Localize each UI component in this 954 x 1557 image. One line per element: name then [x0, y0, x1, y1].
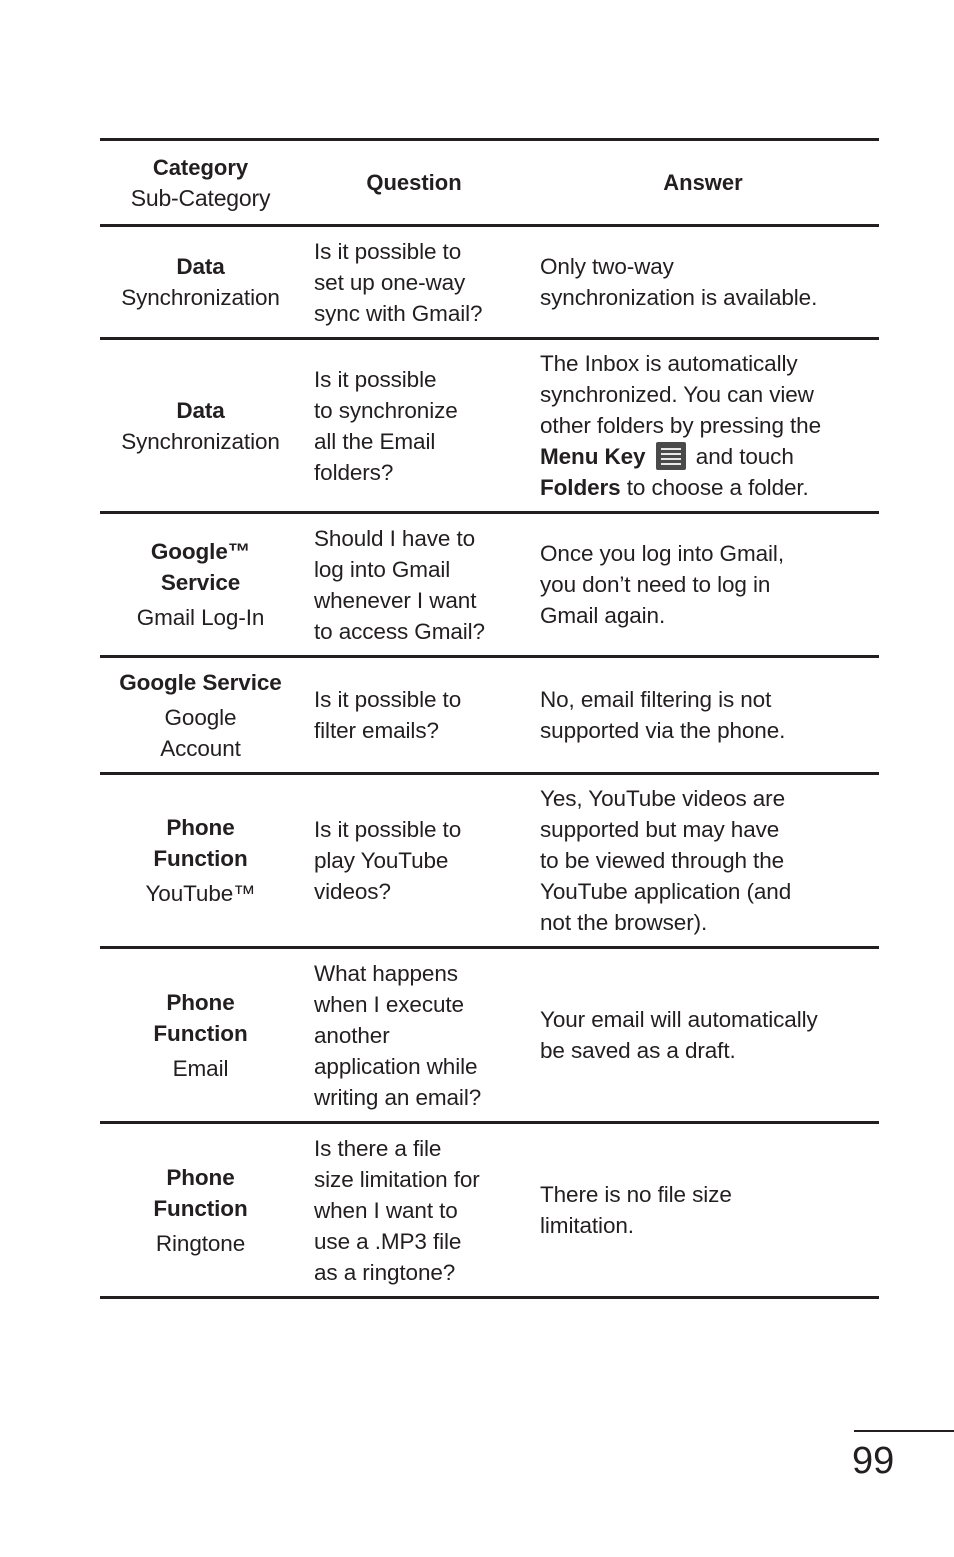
category: Google Service: [119, 669, 282, 695]
sub-category: Google Account: [160, 704, 241, 761]
answer-cell: Once you log into Gmail, you don’t need …: [540, 514, 879, 655]
header-category: Category: [152, 154, 249, 180]
question: Should I have to log into Gmail whenever…: [314, 525, 485, 644]
question-cell: What happens when I execute another appl…: [314, 949, 524, 1121]
page-number-rule: [854, 1430, 954, 1432]
header-sub-category: Sub-Category: [130, 184, 271, 211]
answer-cell: No, email filtering is not supported via…: [540, 658, 879, 772]
question: Is it possible to synchronize all the Em…: [314, 366, 458, 485]
answer-cell: The Inbox is automatically synchronized.…: [540, 340, 879, 511]
sub-category: YouTube™: [145, 881, 256, 906]
category-cell: Phone Function YouTube™: [100, 775, 301, 946]
question-cell: Is it possible to set up one-way sync wi…: [314, 227, 524, 337]
answer-and-touch: and touch: [695, 444, 794, 469]
question: Is there a file size limitation for when…: [314, 1135, 480, 1285]
category-cell: Google Service Google Account: [100, 658, 301, 772]
sub-category: Ringtone: [155, 1230, 246, 1256]
category-cell: Data Synchronization: [100, 340, 301, 511]
answer-outro: to choose a folder.: [626, 475, 809, 500]
answer: There is no file size limitation.: [540, 1182, 732, 1238]
question-cell: Is it possible to filter emails?: [314, 658, 524, 772]
page-number: 99: [852, 1440, 895, 1482]
header-question-cell: Question: [314, 141, 514, 224]
category: Data: [176, 254, 225, 279]
answer-cell: Your email will automatically be saved a…: [540, 949, 879, 1121]
answer-intro: The Inbox is automatically synchronized.…: [540, 351, 822, 438]
category: Google™ Service: [150, 539, 251, 595]
category-cell: Google™ Service Gmail Log-In: [100, 514, 301, 655]
question: Is it possible to set up one-way sync wi…: [314, 238, 483, 326]
table-row: Phone Function YouTube™ Is it possible t…: [100, 775, 879, 946]
category: Phone Function: [153, 989, 248, 1046]
question-cell: Is it possible to synchronize all the Em…: [314, 340, 524, 511]
category-cell: Phone Function Ringtone: [100, 1124, 301, 1296]
table-bottom-rule: [100, 1296, 879, 1299]
table-row: Google Service Google Account Is it poss…: [100, 658, 879, 772]
category: Phone Function: [153, 1164, 248, 1221]
answer-cell: Only two-way synchronization is availabl…: [540, 227, 879, 337]
header-answer-cell: Answer: [540, 141, 866, 224]
answer: The Inbox is automatically synchronized.…: [540, 348, 879, 503]
category: Data: [176, 397, 225, 423]
category-cell: Phone Function Email: [100, 949, 301, 1121]
table-row: Phone Function Ringtone Is there a file …: [100, 1124, 879, 1296]
header-answer: Answer: [663, 169, 743, 195]
menu-icon: [655, 442, 686, 470]
sub-category: Gmail Log-In: [136, 605, 265, 630]
sub-category: Synchronization: [121, 285, 280, 310]
question-cell: Is it possible to play YouTube videos?: [314, 775, 524, 946]
answer-cell: Yes, YouTube videos are supported but ma…: [540, 775, 879, 946]
category: Phone Function: [153, 815, 248, 871]
answer: Once you log into Gmail, you don’t need …: [540, 541, 784, 628]
folders-label: Folders: [540, 475, 621, 500]
category-cell: Data Synchronization: [100, 227, 301, 337]
question-cell: Is there a file size limitation for when…: [314, 1124, 524, 1296]
table-row: Google™ Service Gmail Log-In Should I ha…: [100, 514, 879, 655]
question: Is it possible to filter emails?: [314, 687, 462, 743]
question-cell: Should I have to log into Gmail whenever…: [314, 514, 524, 655]
table-header: Category Sub-Category Question Answer: [100, 141, 879, 224]
table-row: Phone Function Email What happens when I…: [100, 949, 879, 1121]
header-question: Question: [366, 169, 462, 195]
answer: Only two-way synchronization is availabl…: [540, 254, 818, 310]
answer: Your email will automatically be saved a…: [540, 1007, 818, 1063]
question: What happens when I execute another appl…: [314, 960, 482, 1110]
sub-category: Email: [172, 1055, 229, 1081]
question: Is it possible to play YouTube videos?: [314, 817, 462, 904]
answer: No, email filtering is not supported via…: [540, 687, 786, 743]
answer: Yes, YouTube videos are supported but ma…: [540, 786, 792, 935]
sub-category: Synchronization: [121, 428, 280, 454]
header-category-cell: Category Sub-Category: [100, 141, 301, 224]
table-row: Data Synchronization Is it possible to s…: [100, 227, 879, 337]
answer-cell: There is no file size limitation.: [540, 1124, 879, 1296]
table-row: Data Synchronization Is it possible to s…: [100, 340, 879, 511]
menu-key-label: Menu Key: [540, 444, 646, 469]
